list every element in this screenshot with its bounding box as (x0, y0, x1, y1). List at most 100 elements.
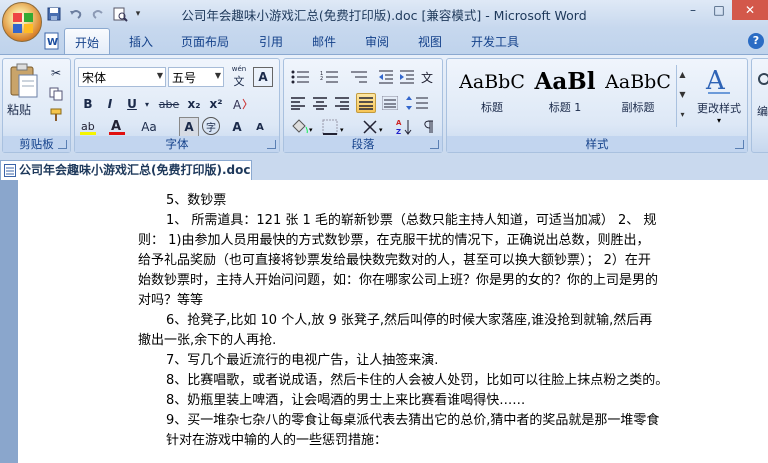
editing-group: 编 (751, 58, 768, 153)
minimize-button[interactable]: – (680, 0, 706, 20)
shrink-font-button[interactable]: A (250, 117, 270, 137)
change-case-icon[interactable]: A (230, 94, 250, 114)
font-color-button[interactable]: A (107, 117, 131, 137)
svg-text:▾: ▾ (379, 126, 383, 134)
underline-button[interactable]: U (122, 94, 142, 114)
title-bar: ▾ 公司年会趣味小游戏汇总(免费打印版).doc [兼容模式] - Micros… (0, 0, 768, 28)
paragraph-group: 12 文 ▾ ▾ ▾ A Z 段落 (283, 58, 443, 153)
office-button[interactable] (2, 2, 42, 42)
borders-icon[interactable]: ▾ (320, 117, 350, 137)
help-icon[interactable]: ? (748, 33, 764, 49)
multilevel-list-icon[interactable] (346, 67, 372, 87)
style-title[interactable]: AaBbC 标题 (456, 65, 528, 127)
paste-button[interactable]: 粘贴 (7, 101, 31, 118)
cut-icon[interactable]: ✂ (46, 63, 66, 83)
window-controls: – □ ✕ (680, 0, 768, 20)
tab-insert[interactable]: 插入 (129, 33, 153, 50)
maximize-button[interactable]: □ (706, 0, 732, 20)
paragraph-label: 段落 (284, 136, 442, 152)
paragraph-launcher[interactable] (430, 140, 439, 149)
doc-line: 7、写几个最近流行的电视广告，让人抽签来演. (166, 353, 439, 368)
distributed-icon[interactable] (380, 93, 400, 113)
styles-scroll[interactable]: ▲ ▼ ▾ (676, 65, 688, 127)
style-title-name: 标题 (481, 101, 503, 114)
increase-indent-icon[interactable] (397, 67, 417, 87)
style-heading-1-name: 标题 1 (548, 101, 582, 114)
phonetic-guide-button[interactable]: wén 文 (228, 65, 250, 88)
tab-references[interactable]: 引用 (259, 33, 283, 50)
font-size-value: 五号 (172, 71, 197, 85)
doc-line: 6、抢凳子,比如 10 个人,放 9 张凳子,然后叫停的时候大家落座,谁没抢到就… (166, 313, 653, 328)
find-icon[interactable] (756, 69, 768, 99)
underline-dropdown-icon[interactable]: ▾ (142, 94, 152, 114)
tab-home[interactable]: 开始 (64, 28, 111, 55)
clipboard-launcher[interactable] (58, 140, 67, 149)
copy-icon[interactable] (46, 84, 66, 104)
format-painter-icon[interactable] (46, 105, 66, 125)
change-styles-label: 更改样式 (697, 102, 741, 115)
editing-label: 编 (757, 105, 768, 118)
phonetic-label: wén (231, 65, 247, 73)
decrease-indent-icon[interactable] (376, 67, 396, 87)
char-shading-button[interactable]: A (179, 117, 199, 137)
tab-page-layout[interactable]: 页面布局 (181, 33, 229, 50)
chevron-down-icon: ▼ (214, 71, 221, 80)
line-spacing-icon[interactable] (404, 93, 434, 113)
doc-line: 5、数钞票 (166, 193, 227, 208)
shading-icon[interactable]: ▾ (288, 117, 318, 137)
document-tab[interactable]: 公司年会趣味小游戏汇总(免费打印版).doc (0, 160, 252, 180)
style-subtitle[interactable]: AaBbC 副标题 (602, 65, 674, 127)
close-button[interactable]: ✕ (732, 0, 768, 20)
svg-text:ab: ab (81, 120, 95, 133)
font-launcher[interactable] (267, 140, 276, 149)
tab-mailings[interactable]: 邮件 (312, 33, 336, 50)
doc-line: 撤出一张,余下的人再抢. (138, 333, 277, 348)
style-heading-1[interactable]: AaBl 标题 1 (529, 65, 601, 127)
show-marks-icon[interactable] (418, 117, 438, 137)
style-title-sample: AaBbC (459, 71, 525, 93)
svg-text:A: A (233, 98, 242, 112)
sort-icon[interactable]: AZ (394, 117, 414, 137)
svg-text:W: W (47, 37, 58, 48)
svg-text:A: A (111, 119, 121, 134)
clipboard-group: 粘贴 ✂ 剪贴板 (2, 58, 71, 153)
styles-launcher[interactable] (735, 140, 744, 149)
word-doc-icon: W (44, 32, 59, 50)
font-size-combo[interactable]: 五号 ▼ (168, 67, 224, 87)
tab-review[interactable]: 审阅 (365, 33, 389, 50)
document-body[interactable]: 5、数钞票 1、 所需道具：121 张 1 毛的崭新钞票（总数只能主持人知道，可… (138, 191, 704, 451)
asian-typography-icon[interactable]: ▾ (360, 117, 390, 137)
align-left-icon[interactable] (288, 93, 308, 113)
font-name-value: 宋体 (82, 71, 107, 85)
italic-button[interactable]: I (100, 94, 120, 114)
chinese-layout-icon[interactable]: 文 (419, 67, 439, 87)
ribbon-tabs: W 开始 插入 页面布局 引用 邮件 审阅 视图 开发工具 ? (0, 28, 768, 55)
justify-icon[interactable] (356, 93, 376, 113)
svg-text:▾: ▾ (309, 126, 313, 134)
svg-text:A: A (705, 66, 726, 96)
bold-button[interactable]: B (78, 94, 98, 114)
change-styles-button[interactable]: A 更改样式 ▾ (694, 63, 744, 133)
tab-developer[interactable]: 开发工具 (471, 33, 519, 50)
align-right-icon[interactable] (332, 93, 352, 113)
clear-format-button[interactable]: A (253, 67, 273, 87)
doc-line: 1、 所需道具：121 张 1 毛的崭新钞票（总数只能主持人知道，可适当加减） … (166, 213, 657, 228)
grow-font-button[interactable]: A (227, 117, 247, 137)
align-center-icon[interactable] (310, 93, 330, 113)
doc-line: 给予礼品奖励（也可直接将钞票发给最快数完数对的人，甚至可以换大额钞票）； 2）在… (138, 253, 651, 268)
numbering-icon[interactable]: 12 (317, 67, 343, 87)
styles-label: 样式 (447, 136, 747, 152)
svg-text:Z: Z (396, 128, 401, 136)
font-case-button[interactable]: Aa (135, 117, 163, 137)
enclose-char-button[interactable]: 字 (202, 117, 220, 135)
paste-icon[interactable] (7, 63, 39, 99)
bullets-icon[interactable] (288, 67, 314, 87)
highlight-button[interactable]: ab (78, 117, 104, 137)
superscript-button[interactable]: x² (206, 94, 226, 114)
tab-view[interactable]: 视图 (418, 33, 442, 50)
font-name-combo[interactable]: 宋体 ▼ (78, 67, 166, 87)
font-label: 字体 (75, 136, 279, 152)
svg-text:文: 文 (421, 70, 433, 85)
subscript-button[interactable]: x₂ (184, 94, 204, 114)
strikethrough-button[interactable]: abe (156, 94, 182, 114)
